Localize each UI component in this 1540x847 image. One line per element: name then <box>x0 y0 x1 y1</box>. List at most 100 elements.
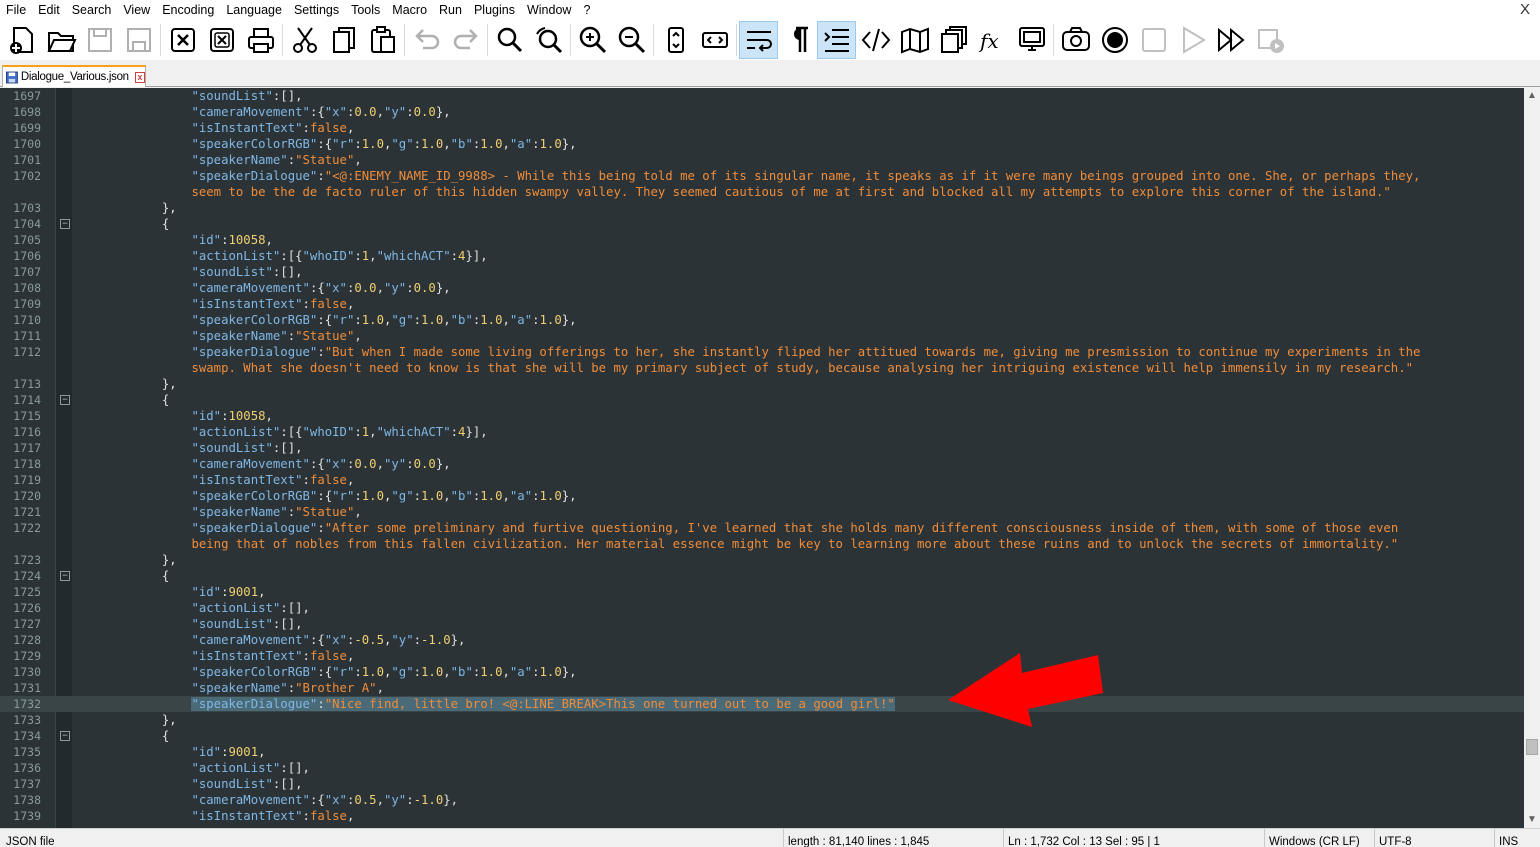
code-text[interactable]: "speakerColorRGB":{"r":1.0,"g":1.0,"b":1… <box>73 136 576 152</box>
code-line[interactable]: 1711 "speakerName":"Statue", <box>0 328 1524 344</box>
code-line[interactable]: 1702 "speakerDialogue":"<@:ENEMY_NAME_ID… <box>0 168 1524 184</box>
fold-toggle-icon[interactable]: − <box>60 731 70 741</box>
sync-vertical-button[interactable] <box>656 21 695 59</box>
code-text[interactable]: { <box>73 728 169 744</box>
menu-help[interactable]: ? <box>577 0 596 20</box>
copy-button[interactable] <box>324 21 363 59</box>
fold-toggle-icon[interactable]: − <box>60 395 70 405</box>
code-line[interactable]: 1715 "id":10058, <box>0 408 1524 424</box>
code-line[interactable]: 1733 }, <box>0 712 1524 728</box>
menu-settings[interactable]: Settings <box>288 0 345 20</box>
code-line[interactable]: 1722 "speakerDialogue":"After some preli… <box>0 520 1524 536</box>
code-line[interactable]: 1698 "cameraMovement":{"x":0.0,"y":0.0}, <box>0 104 1524 120</box>
code-line[interactable]: 1724 − { <box>0 568 1524 584</box>
code-text[interactable]: "actionList":[{"whoID":1,"whichACT":4}], <box>73 424 487 440</box>
menu-run[interactable]: Run <box>433 0 468 20</box>
code-line[interactable]: seem to be the de facto ruler of this hi… <box>0 184 1524 200</box>
menu-edit[interactable]: Edit <box>32 0 66 20</box>
code-line[interactable]: 1736 "actionList":[], <box>0 760 1524 776</box>
code-line[interactable]: 1730 "speakerColorRGB":{"r":1.0,"g":1.0,… <box>0 664 1524 680</box>
code-text[interactable]: "speakerName":"Brother A", <box>73 680 384 696</box>
code-text[interactable]: "soundList":[], <box>73 776 302 792</box>
cut-button[interactable] <box>285 21 324 59</box>
word-wrap-button[interactable] <box>739 21 778 59</box>
save-all-button[interactable] <box>119 21 158 59</box>
replace-button[interactable] <box>529 21 568 59</box>
code-line[interactable]: 1716 "actionList":[{"whoID":1,"whichACT"… <box>0 424 1524 440</box>
code-text[interactable]: "isInstantText":false, <box>73 296 354 312</box>
code-text[interactable]: "speakerDialogue":"Nice find, little bro… <box>73 696 895 712</box>
code-line[interactable]: 1726 "actionList":[], <box>0 600 1524 616</box>
code-text[interactable]: "id":9001, <box>73 584 265 600</box>
close-document-icon[interactable]: X <box>1520 0 1530 20</box>
menu-plugins[interactable]: Plugins <box>468 0 521 20</box>
code-line[interactable]: 1701 "speakerName":"Statue", <box>0 152 1524 168</box>
code-text[interactable]: "cameraMovement":{"x":0.0,"y":0.0}, <box>73 280 450 296</box>
status-eol[interactable]: Windows (CR LF) <box>1264 829 1372 847</box>
print-button[interactable] <box>241 21 280 59</box>
code-text[interactable]: "speakerDialogue":"After some preliminar… <box>73 520 1398 536</box>
code-text[interactable]: "id":10058, <box>73 232 272 248</box>
menu-language[interactable]: Language <box>220 0 288 20</box>
code-text[interactable]: "speakerColorRGB":{"r":1.0,"g":1.0,"b":1… <box>73 664 576 680</box>
scroll-thumb[interactable] <box>1526 739 1538 755</box>
document-map-button[interactable] <box>895 21 934 59</box>
code-text[interactable]: "cameraMovement":{"x":0.0,"y":0.0}, <box>73 456 450 472</box>
code-text[interactable]: "soundList":[], <box>73 616 302 632</box>
code-line[interactable]: 1710 "speakerColorRGB":{"r":1.0,"g":1.0,… <box>0 312 1524 328</box>
code-line[interactable]: being that of nobles from this fallen ci… <box>0 536 1524 552</box>
code-text[interactable]: "cameraMovement":{"x":-0.5,"y":-1.0}, <box>73 632 465 648</box>
menu-window[interactable]: Window <box>521 0 577 20</box>
code-text[interactable]: { <box>73 392 169 408</box>
code-text[interactable]: being that of nobles from this fallen ci… <box>73 536 1398 552</box>
zoom-in-button[interactable] <box>573 21 612 59</box>
vertical-scrollbar[interactable]: ▲ ▼ <box>1524 88 1540 828</box>
code-line[interactable]: 1721 "speakerName":"Statue", <box>0 504 1524 520</box>
code-text[interactable]: }, <box>73 200 177 216</box>
code-line[interactable]: 1709 "isInstantText":false, <box>0 296 1524 312</box>
status-insert-mode[interactable]: INS <box>1494 829 1538 847</box>
menu-tools[interactable]: Tools <box>345 0 386 20</box>
code-text[interactable]: "soundList":[], <box>73 264 302 280</box>
undo-button[interactable] <box>407 21 446 59</box>
stop-record-button[interactable] <box>1134 21 1173 59</box>
code-text[interactable]: "isInstantText":false, <box>73 472 354 488</box>
code-editor[interactable]: 1697 "soundList":[], 1698 "cameraMovement… <box>0 88 1524 828</box>
function-list-button[interactable]: fx <box>973 21 1012 59</box>
code-text[interactable]: "speakerName":"Statue", <box>73 328 361 344</box>
code-text[interactable]: }, <box>73 376 177 392</box>
record-macro-button[interactable] <box>1095 21 1134 59</box>
udl-button[interactable] <box>856 21 895 59</box>
code-line[interactable]: 1723 }, <box>0 552 1524 568</box>
code-line[interactable]: 1735 "id":9001, <box>0 744 1524 760</box>
fold-toggle-icon[interactable]: − <box>60 219 70 229</box>
code-text[interactable]: "speakerDialogue":"<@:ENEMY_NAME_ID_9988… <box>73 168 1420 184</box>
code-text[interactable]: "speakerColorRGB":{"r":1.0,"g":1.0,"b":1… <box>73 488 576 504</box>
code-line[interactable]: 1703 }, <box>0 200 1524 216</box>
code-line[interactable]: 1708 "cameraMovement":{"x":0.0,"y":0.0}, <box>0 280 1524 296</box>
playback-button[interactable] <box>1173 21 1212 59</box>
code-line[interactable]: 1714 − { <box>0 392 1524 408</box>
code-line[interactable]: 1731 "speakerName":"Brother A", <box>0 680 1524 696</box>
sync-horizontal-button[interactable] <box>695 21 734 59</box>
code-line[interactable]: 1717 "soundList":[], <box>0 440 1524 456</box>
code-text[interactable]: { <box>73 568 169 584</box>
save-button[interactable] <box>80 21 119 59</box>
code-text[interactable]: }, <box>73 712 177 728</box>
code-text[interactable]: "actionList":[], <box>73 600 309 616</box>
code-line[interactable]: swamp. What she doesn't need to know is … <box>0 360 1524 376</box>
doc-list-button[interactable] <box>934 21 973 59</box>
code-line[interactable]: 1707 "soundList":[], <box>0 264 1524 280</box>
menu-view[interactable]: View <box>117 0 156 20</box>
code-line[interactable]: 1720 "speakerColorRGB":{"r":1.0,"g":1.0,… <box>0 488 1524 504</box>
folder-workspace-button[interactable] <box>1012 21 1051 59</box>
close-button[interactable] <box>163 21 202 59</box>
current-line[interactable]: 1732 "speakerDialogue":"Nice find, littl… <box>0 696 1524 712</box>
code-text[interactable]: "actionList":[{"whoID":1,"whichACT":4}], <box>73 248 487 264</box>
code-line[interactable]: 1728 "cameraMovement":{"x":-0.5,"y":-1.0… <box>0 632 1524 648</box>
menu-macro[interactable]: Macro <box>386 0 433 20</box>
new-file-button[interactable] <box>2 21 41 59</box>
code-text[interactable]: seem to be the de facto ruler of this hi… <box>73 184 1390 200</box>
code-line[interactable]: 1739 "isInstantText":false, <box>0 808 1524 824</box>
code-text[interactable]: "cameraMovement":{"x":0.0,"y":0.0}, <box>73 104 450 120</box>
